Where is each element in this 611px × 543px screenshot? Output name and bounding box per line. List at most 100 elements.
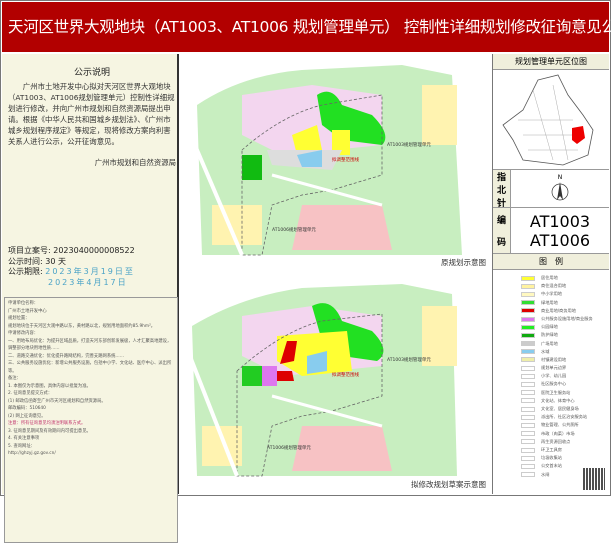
legend-swatch xyxy=(521,332,535,338)
legend-label: 文化站、体育中心 xyxy=(541,397,575,403)
detail-line: 注意：所有征询意见均须注明联系方式。 xyxy=(8,421,86,426)
legend-label: 广场用地 xyxy=(541,340,558,346)
legend-label: 小学、幼儿园 xyxy=(541,373,567,379)
unit-b-label: AT1006规划管理单元 xyxy=(272,226,316,233)
legend-swatch xyxy=(521,455,535,461)
legend-swatch xyxy=(521,422,535,428)
legend-swatch xyxy=(521,472,535,478)
legend-swatch xyxy=(521,463,535,469)
original-plan-caption: 原规划示意图 xyxy=(441,258,486,267)
legend-swatch xyxy=(521,341,535,347)
legend-swatch xyxy=(521,406,535,412)
detail-line: 1. 本图仅为示意图，具体内容以批复为准。 xyxy=(8,383,91,389)
legend-label: 水域 xyxy=(541,348,550,354)
legend-swatch xyxy=(521,291,535,297)
legend-item: 防护绿地 xyxy=(521,331,609,339)
duration: 30 天 xyxy=(45,256,66,266)
legend-item: 绿地用地 xyxy=(521,299,609,307)
detail-text: 申请单位名称： 广州市土地开发中心 规划位置： 规划地块位于天河区大观中路以东，黄村路… xyxy=(4,297,178,543)
legend-item: 垃圾收集站 xyxy=(521,454,609,462)
legend-item: 公园绿地 xyxy=(521,323,609,331)
legend-swatch xyxy=(521,439,535,445)
qr-code xyxy=(583,468,605,490)
legend-label: 环卫工具房 xyxy=(541,446,562,452)
detail-line: 5. 查询网址： xyxy=(8,443,35,449)
legend-swatch xyxy=(521,398,535,404)
legend-item: 居住用地 xyxy=(521,274,609,282)
period-end: 2023年4月17日 xyxy=(48,277,128,287)
legend-swatch xyxy=(521,382,535,388)
legend-item: 中小学用地 xyxy=(521,290,609,298)
legend: 居住用地 商住混合用地 中小学用地 绿地用地 商业用地/商务用地 公共服务设施用地/商业服… xyxy=(493,270,609,479)
notice-text: 公示说明 广州市土地开发中心拟对天河区世界大观地块（AT1003、AT1006规… xyxy=(8,68,176,168)
location-map xyxy=(493,70,609,170)
legend-item: 规划单元边界 xyxy=(521,364,609,372)
original-plan-map: 拟调整范围线 AT1003规划管理单元 AT1006规划管理单元 原规划示意图 xyxy=(180,55,490,272)
duration-label: 公示时间: xyxy=(8,256,43,266)
legend-item: 村镇建设用地 xyxy=(521,356,609,364)
legend-swatch xyxy=(521,414,535,420)
legend-label: 居住用地 xyxy=(541,275,558,280)
detail-line: 一、用地布局优化：为提升区域品质，打造天河东部创新发展极，人才汇聚高地建设，调整… xyxy=(8,338,172,352)
legend-item: 文化站、体育中心 xyxy=(521,397,609,405)
legend-item: 社区服务中心 xyxy=(521,380,609,388)
detail-line: 2. 征询意见提交方式： xyxy=(8,391,53,396)
legend-item: 环卫工具房 xyxy=(521,446,609,454)
legend-swatch xyxy=(521,349,535,355)
legend-swatch xyxy=(521,357,535,363)
legend-item: 再生资源回收点 xyxy=(521,438,609,446)
legend-label: 绿地用地 xyxy=(541,299,558,305)
legend-item: 商业用地/商务用地 xyxy=(521,307,609,315)
legend-swatch xyxy=(521,300,535,306)
compass-row: 指北针 N xyxy=(493,170,609,209)
compass-label: 指北针 xyxy=(493,170,511,209)
legend-label: 商住混合用地 xyxy=(541,283,567,289)
period-label: 公示期限: xyxy=(8,267,43,276)
legend-swatch xyxy=(521,447,535,453)
detail-line: 3. 征询意见期间及有效期间内可提出意见。 xyxy=(8,428,91,434)
legend-label: 防护绿地 xyxy=(541,332,558,338)
notice-body: 广州市土地开发中心拟对天河区世界大观地块（AT1003、AT1006规划管理单元… xyxy=(8,82,175,146)
legend-item: 小学、幼儿园 xyxy=(521,372,609,380)
legend-item: 水域 xyxy=(521,348,609,356)
draft-unit-b-label: AT1006规划管理单元 xyxy=(267,444,311,451)
unit-a-label: AT1003规划管理单元 xyxy=(387,141,431,148)
legend-swatch xyxy=(521,275,535,281)
legend-label: 中小学用地 xyxy=(541,291,562,297)
unit-codes: AT1003 AT1006 xyxy=(529,212,591,250)
legend-label: 文化室、居民健身场 xyxy=(541,406,579,411)
legend-item: 派出所、社区治安服务站 xyxy=(521,413,609,421)
legend-item: 文化室、居民健身场 xyxy=(521,405,609,413)
project-no: 2023040000008522 xyxy=(53,246,135,255)
detail-line: 申请修改内容： xyxy=(8,331,39,336)
detail-line: 规划地块位于天河区大观中路以东，黄村路以北，规划用地面积约85.9hm²。 xyxy=(8,323,156,329)
legend-label: 商业用地/商务用地 xyxy=(541,307,576,313)
legend-label: 市政（肉菜）市场 xyxy=(541,430,575,436)
draft-plan-caption: 拟修改规划草案示意图 xyxy=(411,480,486,489)
location-map-header: 规划管理单元区位图 xyxy=(493,54,609,70)
legend-swatch xyxy=(521,365,535,371)
period-start: 2023年3月19日至 xyxy=(45,267,135,276)
draft-scope-label: 拟调整范围线 xyxy=(332,371,359,378)
legend-item: 物业管理、公共厕所 xyxy=(521,421,609,429)
legend-swatch xyxy=(521,324,535,330)
legend-label: 村镇建设用地 xyxy=(541,356,567,362)
detail-line: 三、公共服务设施优化：新增公共服务设施，包括中小学、文化站、医疗中心、派出所等。 xyxy=(8,361,172,374)
legend-label: 规划单元边界 xyxy=(541,365,567,371)
legend-swatch xyxy=(521,308,535,314)
detail-line: 4. 有关注意事项 xyxy=(8,436,40,441)
legend-item: 医院卫生服务站 xyxy=(521,389,609,397)
legend-swatch xyxy=(521,373,535,379)
legend-swatch xyxy=(521,283,535,289)
legend-label: 公交首末站 xyxy=(541,463,562,469)
project-meta: 项目立案号: 2023040000008522 公示时间: 30 天 公示期限:… xyxy=(8,246,135,288)
legend-item: 市政（肉菜）市场 xyxy=(521,430,609,438)
legend-item: 广场用地 xyxy=(521,340,609,348)
north-arrow-icon: N xyxy=(511,170,609,207)
legend-swatch xyxy=(521,390,535,396)
info-panel: 规划管理单元区位图 指北针 N 编码 AT1003 AT1006 图 例 居住用地… xyxy=(492,54,609,494)
legend-swatch xyxy=(521,431,535,437)
legend-label: 物业管理、公共厕所 xyxy=(541,422,579,428)
legend-label: 医院卫生服务站 xyxy=(541,389,571,395)
code-row: 编码 AT1003 AT1006 xyxy=(493,208,609,254)
